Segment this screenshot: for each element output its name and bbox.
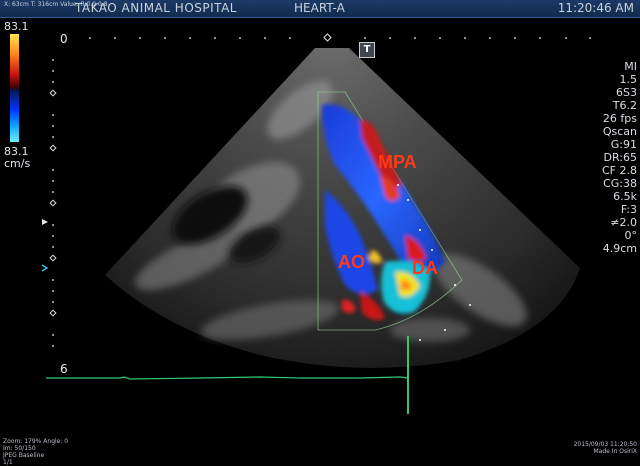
depth-end: 6 <box>60 362 68 376</box>
baseline-marker <box>41 264 49 272</box>
angle-icon: ≠ <box>610 216 620 229</box>
apex-marker <box>323 33 332 42</box>
param-mi-value: 1.5 <box>619 73 638 86</box>
ecg-trace <box>46 376 409 380</box>
right-edge-dots <box>565 37 591 39</box>
param-cg: CG:38 <box>603 177 637 190</box>
compression-info: JPEG Baseline <box>3 452 45 459</box>
depth-dots-left <box>52 59 54 347</box>
param-angle: 0° <box>624 229 638 242</box>
param-mi-label: MI <box>624 60 637 73</box>
depth-markers-left <box>49 89 57 317</box>
label-mpa: MPA <box>378 152 417 172</box>
param-angle-correction: ≠2.0 <box>610 216 637 229</box>
param-fps: 26 fps <box>602 112 637 125</box>
depth-start: 0 <box>60 32 68 46</box>
ultrasound-image <box>41 33 591 414</box>
label-ao: AO <box>338 252 365 272</box>
param-mode: Qscan <box>602 125 637 138</box>
acquisition-params: MI 1.5 6S3 T6.2 26 fps Qscan G:91 DR:65 … <box>602 60 637 255</box>
param-dr: DR:65 <box>603 151 637 164</box>
param-filter: F:3 <box>620 203 637 216</box>
top-scale-dots <box>89 37 541 39</box>
param-cf: CF 2.8 <box>602 164 637 177</box>
footer-right: 2015/09/03 11:20:50 Made In OsiriX <box>574 441 637 455</box>
param-depth: 4.9cm <box>602 242 637 255</box>
param-gain: G:91 <box>610 138 637 151</box>
series-count: 1/1 <box>3 459 13 466</box>
label-da: DA <box>412 258 438 278</box>
focus-marker[interactable] <box>42 219 48 225</box>
study-date: 2015/09/03 11:20:50 <box>573 441 637 448</box>
zoom-info: Zoom: 179% Angle: 0 <box>3 438 69 445</box>
footer-left: Zoom: 179% Angle: 0 Im: 50/150 JPEG Base… <box>3 438 68 466</box>
param-preset-code: T6.2 <box>612 99 637 112</box>
viewer-credit: Made In OsiriX <box>593 448 638 455</box>
frame-info: Im: 50/150 <box>3 445 36 452</box>
param-prf: 6.5k <box>613 190 637 203</box>
param-probe: 6S3 <box>616 86 637 99</box>
text-annotation-button[interactable]: T <box>359 42 375 58</box>
